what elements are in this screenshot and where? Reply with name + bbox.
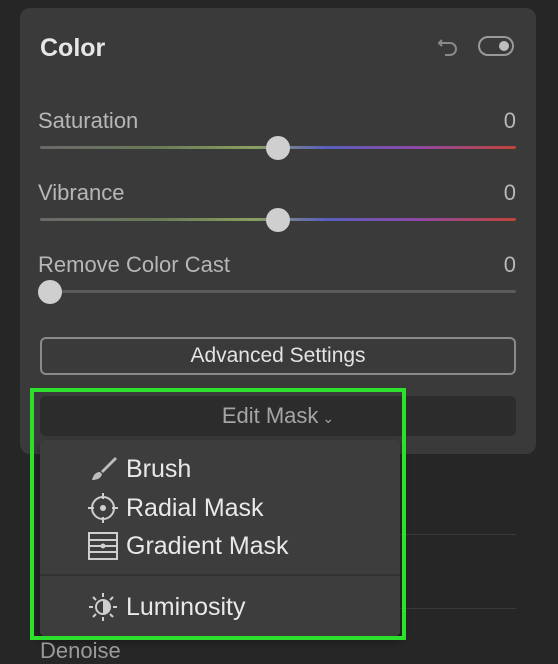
advanced-settings-button[interactable]: Advanced Settings (40, 337, 516, 375)
remove-color-cast-track[interactable] (40, 290, 516, 293)
vibrance-value[interactable]: 0 (504, 180, 516, 206)
remove-color-cast-label: Remove Color Cast (38, 252, 230, 277)
vibrance-thumb[interactable] (266, 208, 290, 232)
divider (400, 608, 516, 609)
highlight-box (30, 388, 406, 640)
remove-color-cast-value[interactable]: 0 (504, 252, 516, 278)
saturation-thumb[interactable] (266, 136, 290, 160)
vibrance-label: Vibrance (38, 180, 125, 205)
panel-title: Color (40, 34, 106, 62)
enable-toggle[interactable] (478, 36, 514, 56)
toggle-knob (499, 41, 509, 51)
remove-color-cast-thumb[interactable] (38, 280, 62, 304)
undo-icon[interactable] (436, 34, 460, 58)
saturation-value[interactable]: 0 (504, 108, 516, 134)
denoise-section-label[interactable]: Denoise (40, 638, 121, 664)
divider (400, 534, 516, 535)
saturation-label: Saturation (38, 108, 139, 133)
